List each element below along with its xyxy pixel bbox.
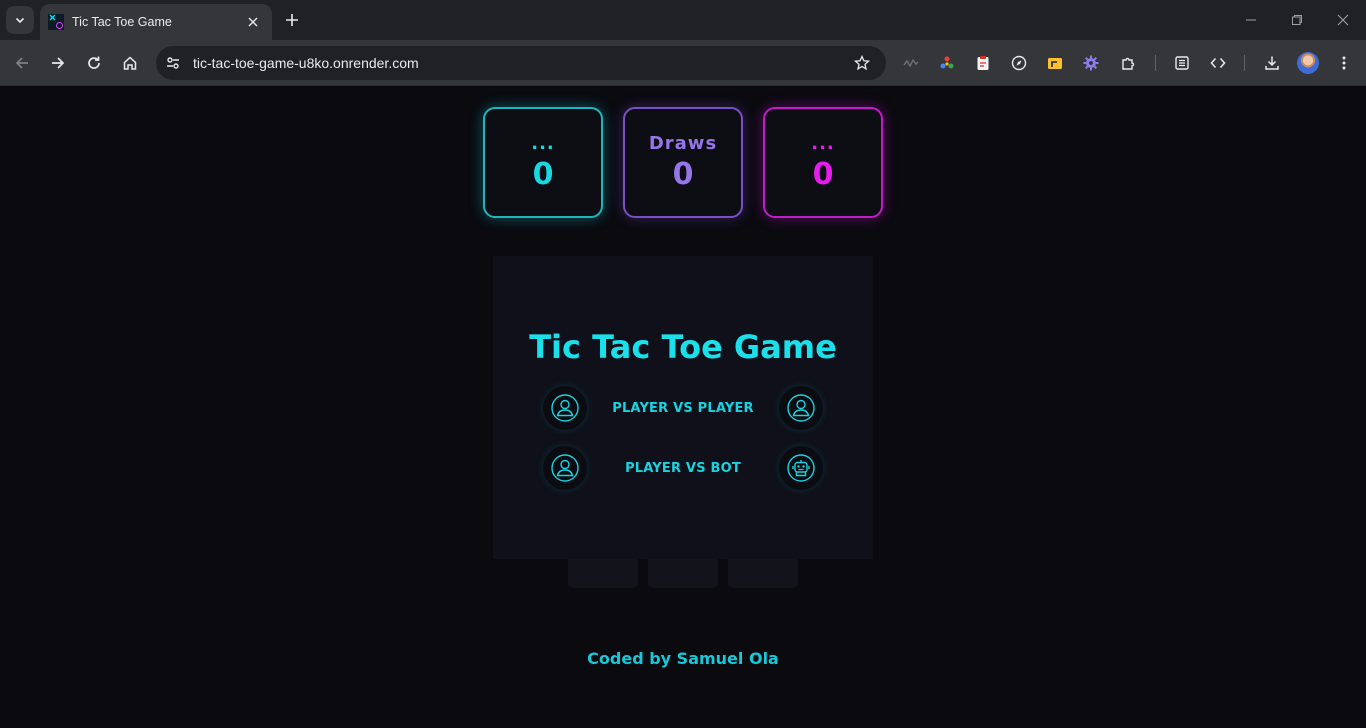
code-icon	[1210, 58, 1226, 68]
star-icon	[854, 55, 870, 71]
tune-icon	[167, 57, 179, 69]
close-icon	[248, 17, 258, 27]
chevron-down-icon	[15, 17, 25, 24]
game-mode-modal: Tic Tac Toe Game PLAYER VS PLAYER PLAYER…	[493, 256, 873, 559]
player-o-score-card: ... 0	[763, 107, 883, 218]
folder-icon	[1048, 58, 1062, 69]
browser-toolbar: tic-tac-toe-game-u8ko.onrender.com	[0, 40, 1366, 86]
extension-clipboard-button[interactable]	[971, 51, 995, 75]
toolbar-separator	[1155, 55, 1156, 71]
robot-icon	[779, 446, 823, 490]
address-bar[interactable]: tic-tac-toe-game-u8ko.onrender.com	[156, 46, 886, 80]
profile-avatar[interactable]	[1297, 52, 1319, 74]
forward-button[interactable]	[44, 49, 72, 77]
player-vs-player-label: PLAYER VS PLAYER	[612, 400, 754, 416]
new-tab-button[interactable]	[280, 8, 304, 32]
browser-tab-bar: Tic Tac Toe Game	[0, 0, 1366, 40]
extension-wave-button[interactable]	[899, 51, 923, 75]
user-icon	[543, 386, 587, 430]
player-vs-player-option[interactable]: PLAYER VS PLAYER	[543, 386, 823, 430]
more-vertical-icon	[1342, 56, 1346, 70]
extension-gear-button[interactable]	[1079, 51, 1103, 75]
player-o-name: ...	[811, 132, 835, 154]
extensions-menu-button[interactable]	[1116, 51, 1140, 75]
restore-icon	[1292, 15, 1302, 25]
bookmark-button[interactable]	[848, 49, 876, 77]
arrow-left-icon	[15, 57, 28, 69]
draws-label: Draws	[648, 132, 718, 154]
minimize-button[interactable]	[1235, 8, 1267, 32]
modal-title: Tic Tac Toe Game	[529, 328, 837, 366]
player-o-score: 0	[812, 156, 834, 192]
browser-menu-button[interactable]	[1332, 51, 1356, 75]
extension-folder-button[interactable]	[1043, 51, 1067, 75]
footer-credit: Coded by Samuel Ola	[587, 649, 779, 668]
tic-tac-toe-favicon-icon	[48, 14, 64, 30]
close-icon	[1337, 14, 1349, 26]
user-icon	[778, 386, 823, 430]
clipboard-icon	[977, 56, 989, 70]
user-icon	[543, 446, 587, 490]
home-button[interactable]	[116, 49, 144, 77]
back-button[interactable]	[8, 49, 36, 77]
puzzle-icon	[1122, 57, 1135, 70]
player-vs-bot-label: PLAYER VS BOT	[625, 460, 741, 476]
devtools-button[interactable]	[1206, 51, 1230, 75]
player-vs-bot-option[interactable]: PLAYER VS BOT	[543, 446, 823, 490]
home-icon	[123, 56, 137, 70]
download-icon	[1265, 56, 1279, 70]
browser-tab[interactable]: Tic Tac Toe Game	[40, 4, 272, 40]
extension-compass-button[interactable]	[1007, 51, 1031, 75]
site-info-button[interactable]	[159, 49, 187, 77]
reload-icon	[88, 56, 100, 69]
minimize-icon	[1246, 19, 1256, 21]
player-x-score: 0	[532, 156, 554, 192]
restore-button[interactable]	[1281, 8, 1313, 32]
downloads-button[interactable]	[1260, 51, 1284, 75]
game-page: ... 0 Draws 0 ... 0 Tic Tac Toe Game PLA…	[0, 87, 1366, 728]
arrow-right-icon	[52, 57, 65, 69]
close-tab-button[interactable]	[244, 13, 262, 31]
draws-score: 0	[672, 156, 694, 192]
reload-button[interactable]	[80, 49, 108, 77]
player-x-name: ...	[531, 132, 555, 154]
wave-icon	[903, 58, 919, 68]
draws-score-card: Draws 0	[623, 107, 743, 218]
close-window-button[interactable]	[1327, 8, 1359, 32]
plus-icon	[286, 14, 298, 26]
palette-icon	[940, 56, 954, 69]
toolbar-separator	[1244, 55, 1245, 71]
player-x-score-card: ... 0	[483, 107, 603, 218]
extension-color-button[interactable]	[935, 51, 959, 75]
tab-title: Tic Tac Toe Game	[72, 15, 172, 29]
compass-icon	[1011, 55, 1027, 71]
tab-search-button[interactable]	[6, 6, 34, 34]
gear-icon	[1083, 55, 1099, 71]
reading-list-icon	[1175, 56, 1189, 70]
url-text: tic-tac-toe-game-u8ko.onrender.com	[193, 55, 419, 71]
reading-list-button[interactable]	[1170, 51, 1194, 75]
